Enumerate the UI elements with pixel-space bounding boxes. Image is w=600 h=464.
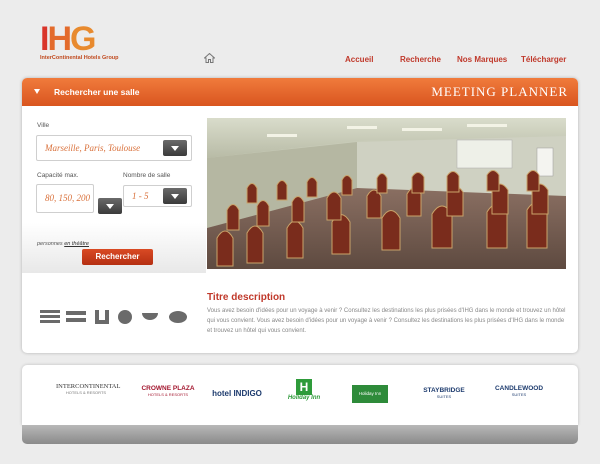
ihg-logo[interactable]: IHG InterContinental Hotels Group	[40, 22, 119, 61]
search-room-toggle[interactable]: Rechercher une salle	[54, 87, 140, 97]
brand-hotel-indigo[interactable]: hotel INDIGO	[212, 389, 262, 398]
capacite-label: Capacité max.	[37, 172, 79, 179]
brand-staybridge-name: STAYBRIDGE	[423, 387, 465, 394]
nav-telecharger[interactable]: Télécharger	[521, 55, 566, 64]
brand-holiday-inn[interactable]: H Holiday Inn	[284, 379, 324, 401]
brand-staybridge[interactable]: STAYBRIDGE SUITES	[419, 387, 469, 399]
meeting-planner-panel: Rechercher une salle MEETING PLANNER Vil…	[22, 78, 578, 353]
ville-value: Marseille, Paris, Toulouse	[45, 143, 141, 153]
home-icon[interactable]	[204, 53, 215, 63]
reception-layout-icon[interactable]	[169, 311, 187, 323]
description-text: Vous avez besoin d'idées pour un voyage …	[207, 308, 566, 334]
brand-holiday-inn-name: Holiday Inn	[287, 395, 321, 401]
logo-subtitle: InterContinental Hotels Group	[40, 55, 119, 61]
chevron-down-icon[interactable]	[163, 140, 187, 156]
brand-crowne-name: CROWNE PLAZA	[141, 385, 195, 392]
brand-crowne-tag: HOTELS & RESORTS	[147, 392, 189, 397]
note-prefix: personnes	[37, 241, 63, 247]
footer-bar	[22, 425, 578, 444]
nav-recherche[interactable]: Recherche	[400, 55, 441, 64]
brand-candlewood-tag: SUITES	[511, 392, 527, 397]
capacity-note: personnes en théâtre	[37, 241, 89, 247]
holiday-inn-h-icon: H	[296, 379, 312, 395]
theatre-layout-icon[interactable]	[40, 310, 60, 323]
meeting-planner-title: MEETING PLANNER	[431, 84, 568, 99]
collapse-triangle-icon[interactable]	[34, 89, 40, 94]
description-title: Titre description	[207, 292, 286, 303]
brand-candlewood[interactable]: CANDLEWOOD SUITES	[494, 385, 544, 397]
ville-select[interactable]: Marseille, Paris, Toulouse	[36, 135, 192, 161]
rechercher-button[interactable]: Rechercher	[82, 249, 153, 265]
theatre-link[interactable]: en théâtre	[64, 241, 89, 247]
banquet-layout-icon[interactable]	[118, 310, 132, 324]
ville-label: Ville	[37, 122, 50, 129]
nombre-salle-value: 1 - 5	[132, 191, 149, 201]
nombre-salle-select[interactable]: 1 - 5	[123, 185, 192, 207]
brand-staybridge-tag: SUITES	[436, 394, 452, 399]
u-shape-layout-icon[interactable]	[95, 310, 109, 324]
brand-holiday-inn-express[interactable]: Holiday Inn Express	[352, 385, 388, 414]
nav-accueil[interactable]: Accueil	[345, 55, 373, 64]
search-form: Ville Marseille, Paris, Toulouse Capacit…	[22, 106, 206, 273]
nav-nos-marques[interactable]: Nos Marques	[457, 55, 507, 64]
brand-intercontinental[interactable]: INTERCONTINENTAL HOTELS & RESORTS	[56, 383, 121, 395]
header: IHG InterContinental Hotels Group Accuei…	[0, 0, 600, 76]
capacite-input[interactable]: 80, 150, 200	[36, 184, 94, 213]
brand-crowne-plaza[interactable]: CROWNE PLAZA HOTELS & RESORTS	[138, 385, 198, 397]
capacite-dropdown[interactable]	[94, 198, 124, 218]
capacite-value: 80, 150, 200	[45, 193, 90, 203]
room-layout-icons	[40, 310, 187, 324]
brand-candlewood-name: CANDLEWOOD	[494, 385, 544, 392]
cabaret-layout-icon[interactable]	[142, 313, 158, 320]
chevron-down-icon[interactable]	[163, 188, 187, 204]
brands-strip: INTERCONTINENTAL HOTELS & RESORTS CROWNE…	[22, 365, 578, 425]
nombre-salle-label: Nombre de salle	[123, 172, 171, 179]
classroom-layout-icon[interactable]	[66, 311, 86, 322]
chevron-down-icon[interactable]	[98, 198, 122, 214]
brand-intercontinental-name: INTERCONTINENTAL	[56, 383, 121, 390]
panel-header-bar: Rechercher une salle MEETING PLANNER	[22, 78, 578, 106]
conference-room-photo	[207, 118, 566, 269]
description-section: Titre description Vous avez besoin d'idé…	[22, 288, 578, 353]
brand-intercontinental-tag: HOTELS & RESORTS	[65, 390, 107, 395]
